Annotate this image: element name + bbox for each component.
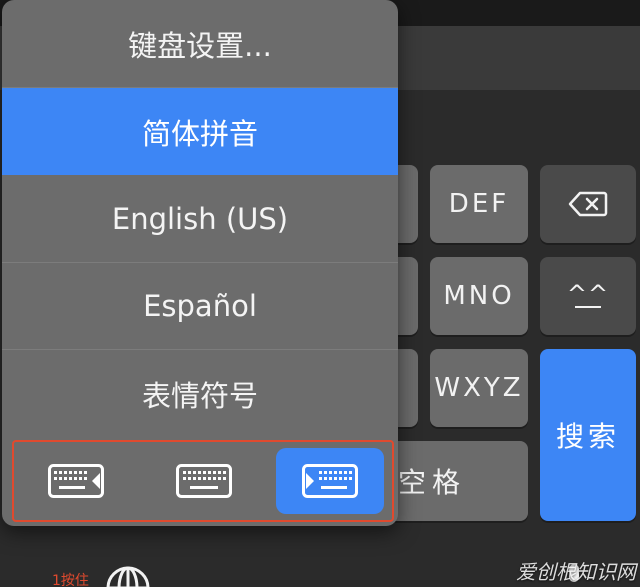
keyboard-full-mode-button[interactable] xyxy=(150,448,258,514)
keyboard-mode-row xyxy=(12,440,394,522)
backspace-icon xyxy=(568,191,608,217)
screen: DEF MNO ^^ WXYZ 搜索 空格 键盘设置... 简体拼音 Engli… xyxy=(0,0,640,587)
watermark: 爱创根知识网 xyxy=(516,560,636,584)
emoticon-key[interactable]: ^^ xyxy=(540,257,636,335)
key-def[interactable]: DEF xyxy=(430,165,528,243)
globe-icon xyxy=(106,566,150,587)
long-press-hint: 1按住 xyxy=(52,573,89,587)
keyboard-icon xyxy=(176,464,232,498)
menu-item-label: 键盘设置... xyxy=(128,28,272,63)
menu-item-label: Español xyxy=(143,289,257,323)
menu-item-emoji[interactable]: 表情符号 xyxy=(2,350,398,438)
menu-item-simplified-pinyin[interactable]: 简体拼音 xyxy=(2,88,398,175)
menu-item-label: 简体拼音 xyxy=(141,116,258,151)
key-mno[interactable]: MNO xyxy=(430,257,528,335)
search-key[interactable]: 搜索 xyxy=(540,349,636,521)
key-wxyz[interactable]: WXYZ xyxy=(430,349,528,427)
globe-key[interactable] xyxy=(104,564,152,587)
key-def-label: DEF xyxy=(448,189,510,219)
space-key-label: 空格 xyxy=(398,466,467,499)
menu-item-keyboard-settings[interactable]: 键盘设置... xyxy=(2,0,398,88)
input-method-popup: 键盘设置... 简体拼音 English (US) Español 表情符号 xyxy=(2,0,398,526)
emoticon-key-label: ^^ xyxy=(566,280,610,308)
menu-item-label: 表情符号 xyxy=(141,379,258,413)
keyboard-left-mode-button[interactable] xyxy=(22,448,130,514)
delete-key[interactable] xyxy=(540,165,636,243)
menu-item-espanol[interactable]: Español xyxy=(2,263,398,350)
keyboard-left-icon xyxy=(48,464,104,498)
menu-item-english-us[interactable]: English (US) xyxy=(2,175,398,263)
keyboard-right-mode-button[interactable] xyxy=(276,448,384,514)
keyboard-right-icon xyxy=(302,464,358,498)
menu-item-label: English (US) xyxy=(111,201,289,236)
key-mno-label: MNO xyxy=(443,281,515,311)
emoticon-underline xyxy=(575,306,601,308)
key-wxyz-label: WXYZ xyxy=(434,373,524,403)
search-key-label: 搜索 xyxy=(555,420,620,453)
